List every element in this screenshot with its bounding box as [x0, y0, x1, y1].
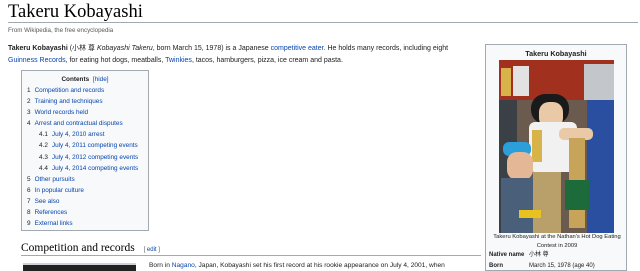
born-key: Born	[489, 263, 503, 269]
competitive-eater-link[interactable]: competitive eater	[271, 45, 324, 52]
infobox-photo[interactable]	[499, 60, 614, 233]
toc-item-label[interactable]: July 4, 2010 arrest	[52, 131, 105, 138]
toc-item-number: 4.2	[39, 142, 48, 150]
lead-text: , born March 15, 1978) is a Japanese	[152, 45, 271, 52]
lead-romaji: Kobayashi Takeru	[96, 45, 153, 52]
photo-illustration	[499, 60, 614, 233]
body-text: Born in	[149, 262, 172, 269]
infobox-title: Takeru Kobayashi	[525, 49, 587, 58]
toc-item-number: 6	[27, 186, 31, 194]
lead-paragraph: Takeru Kobayashi (小林 尊 Kobayashi Takeru,…	[8, 43, 480, 66]
toc-item-number: 8	[27, 209, 31, 217]
site-tagline: From Wikipedia, the free encyclopedia	[8, 27, 114, 34]
lead-text: , for eating hot dogs, meatballs,	[65, 56, 166, 64]
infobox-row-born: Born March 15, 1978 (age 40)	[489, 262, 625, 271]
toc-item[interactable]: 4.2 July 4, 2011 competing events	[27, 140, 143, 151]
native-name-key: Native name	[489, 252, 525, 258]
toc-item-label[interactable]: External links	[35, 220, 73, 227]
toc-item-number: 3	[27, 109, 31, 117]
infobox-caption: Takeru Kobayashi at the Nathan's Hot Dog…	[493, 234, 621, 249]
toc-item-number: 4.3	[39, 153, 48, 161]
toc-item-number: 1	[27, 87, 31, 94]
toc-header: Contents [hide]	[27, 74, 143, 85]
toc-item-label[interactable]: Other pursuits	[35, 176, 75, 183]
toc-item-label[interactable]: World records held	[35, 109, 89, 116]
toc-item[interactable]: 8 References	[27, 207, 143, 218]
toc-item[interactable]: 3 World records held	[27, 107, 143, 118]
toc-item[interactable]: 5 Other pursuits	[27, 174, 143, 185]
toc-item[interactable]: 1 Competition and records	[27, 85, 143, 96]
infobox-row-native-name: Native name 小林 尊	[489, 251, 625, 260]
toc-hide-toggle[interactable]: [hide]	[93, 76, 109, 83]
section-edit-link[interactable]: [ edit ]	[144, 247, 160, 253]
toc-item-label[interactable]: Training and techniques	[35, 98, 103, 105]
toc-item-label[interactable]: See also	[35, 198, 60, 205]
toc-item[interactable]: 6 In popular culture	[27, 185, 143, 196]
edit-bracket: ]	[156, 247, 160, 253]
toc-item-label[interactable]: Competition and records	[35, 87, 105, 94]
toc-item-number: 9	[27, 220, 31, 228]
infobox: Takeru Kobayashi Takeru Kobayashi at the…	[485, 44, 627, 271]
toc-item[interactable]: 4 Arrest and contractual disputes	[27, 118, 143, 129]
toc-item[interactable]: 4.3 July 4, 2012 competing events	[27, 152, 143, 163]
guinness-records-link[interactable]: Guinness Records	[8, 57, 66, 64]
title-divider	[8, 22, 638, 23]
toc-item-label[interactable]: July 4, 2014 competing events	[52, 165, 138, 172]
toc-item-label[interactable]: In popular culture	[35, 187, 84, 194]
toc-item-number: 2	[27, 98, 31, 106]
toc-item[interactable]: 7 See also	[27, 196, 143, 207]
toc-item[interactable]: 4.4 July 4, 2014 competing events	[27, 163, 143, 174]
born-value: March 15, 1978 (age 40)	[529, 263, 595, 269]
toc-item[interactable]: 9 External links	[27, 218, 143, 229]
lead-text: . He holds many records, including eight	[323, 45, 449, 52]
toc-item-number: 4.4	[39, 164, 48, 172]
section-heading: Competition and records [ edit ]	[21, 242, 481, 256]
table-of-contents: Contents [hide] 1 Competition and records…	[21, 70, 149, 231]
toc-list: 1 Competition and records 2 Training and te…	[27, 85, 143, 229]
toc-title: Contents	[61, 76, 90, 83]
toc-item[interactable]: 4.1 July 4, 2010 arrest	[27, 129, 143, 140]
lead-subject-name: Takeru Kobayashi	[8, 45, 68, 52]
native-name-value: 小林 尊	[529, 252, 549, 258]
toc-item[interactable]: 2 Training and techniques	[27, 96, 143, 107]
section-thumbnail-image[interactable]	[23, 263, 136, 271]
edit-label[interactable]: edit	[147, 247, 157, 253]
toc-item-label[interactable]: References	[35, 209, 68, 216]
toc-item-label[interactable]: July 4, 2011 competing events	[52, 142, 138, 149]
body-text: , Japan, Kobayashi set his first record …	[194, 262, 445, 269]
lead-text: (小林 尊	[67, 45, 97, 52]
lead-text: , tacos, hamburgers, pizza, ice cream an…	[191, 56, 343, 64]
toc-item-number: 5	[27, 175, 31, 183]
section-title: Competition and records	[21, 242, 135, 254]
toc-item-label[interactable]: Arrest and contractual disputes	[35, 120, 123, 127]
page-title: Takeru Kobayashi	[8, 2, 143, 22]
toc-item-number: 4.1	[39, 131, 48, 139]
toc-item-number: 7	[27, 197, 31, 205]
nagano-link[interactable]: Nagano	[172, 262, 195, 269]
toc-item-number: 4	[27, 120, 31, 128]
toc-item-label[interactable]: July 4, 2012 competing events	[52, 154, 138, 161]
twinkies-link[interactable]: Twinkies	[165, 57, 192, 64]
section-body-text: Born in Nagano, Japan, Kobayashi set his…	[149, 262, 479, 269]
